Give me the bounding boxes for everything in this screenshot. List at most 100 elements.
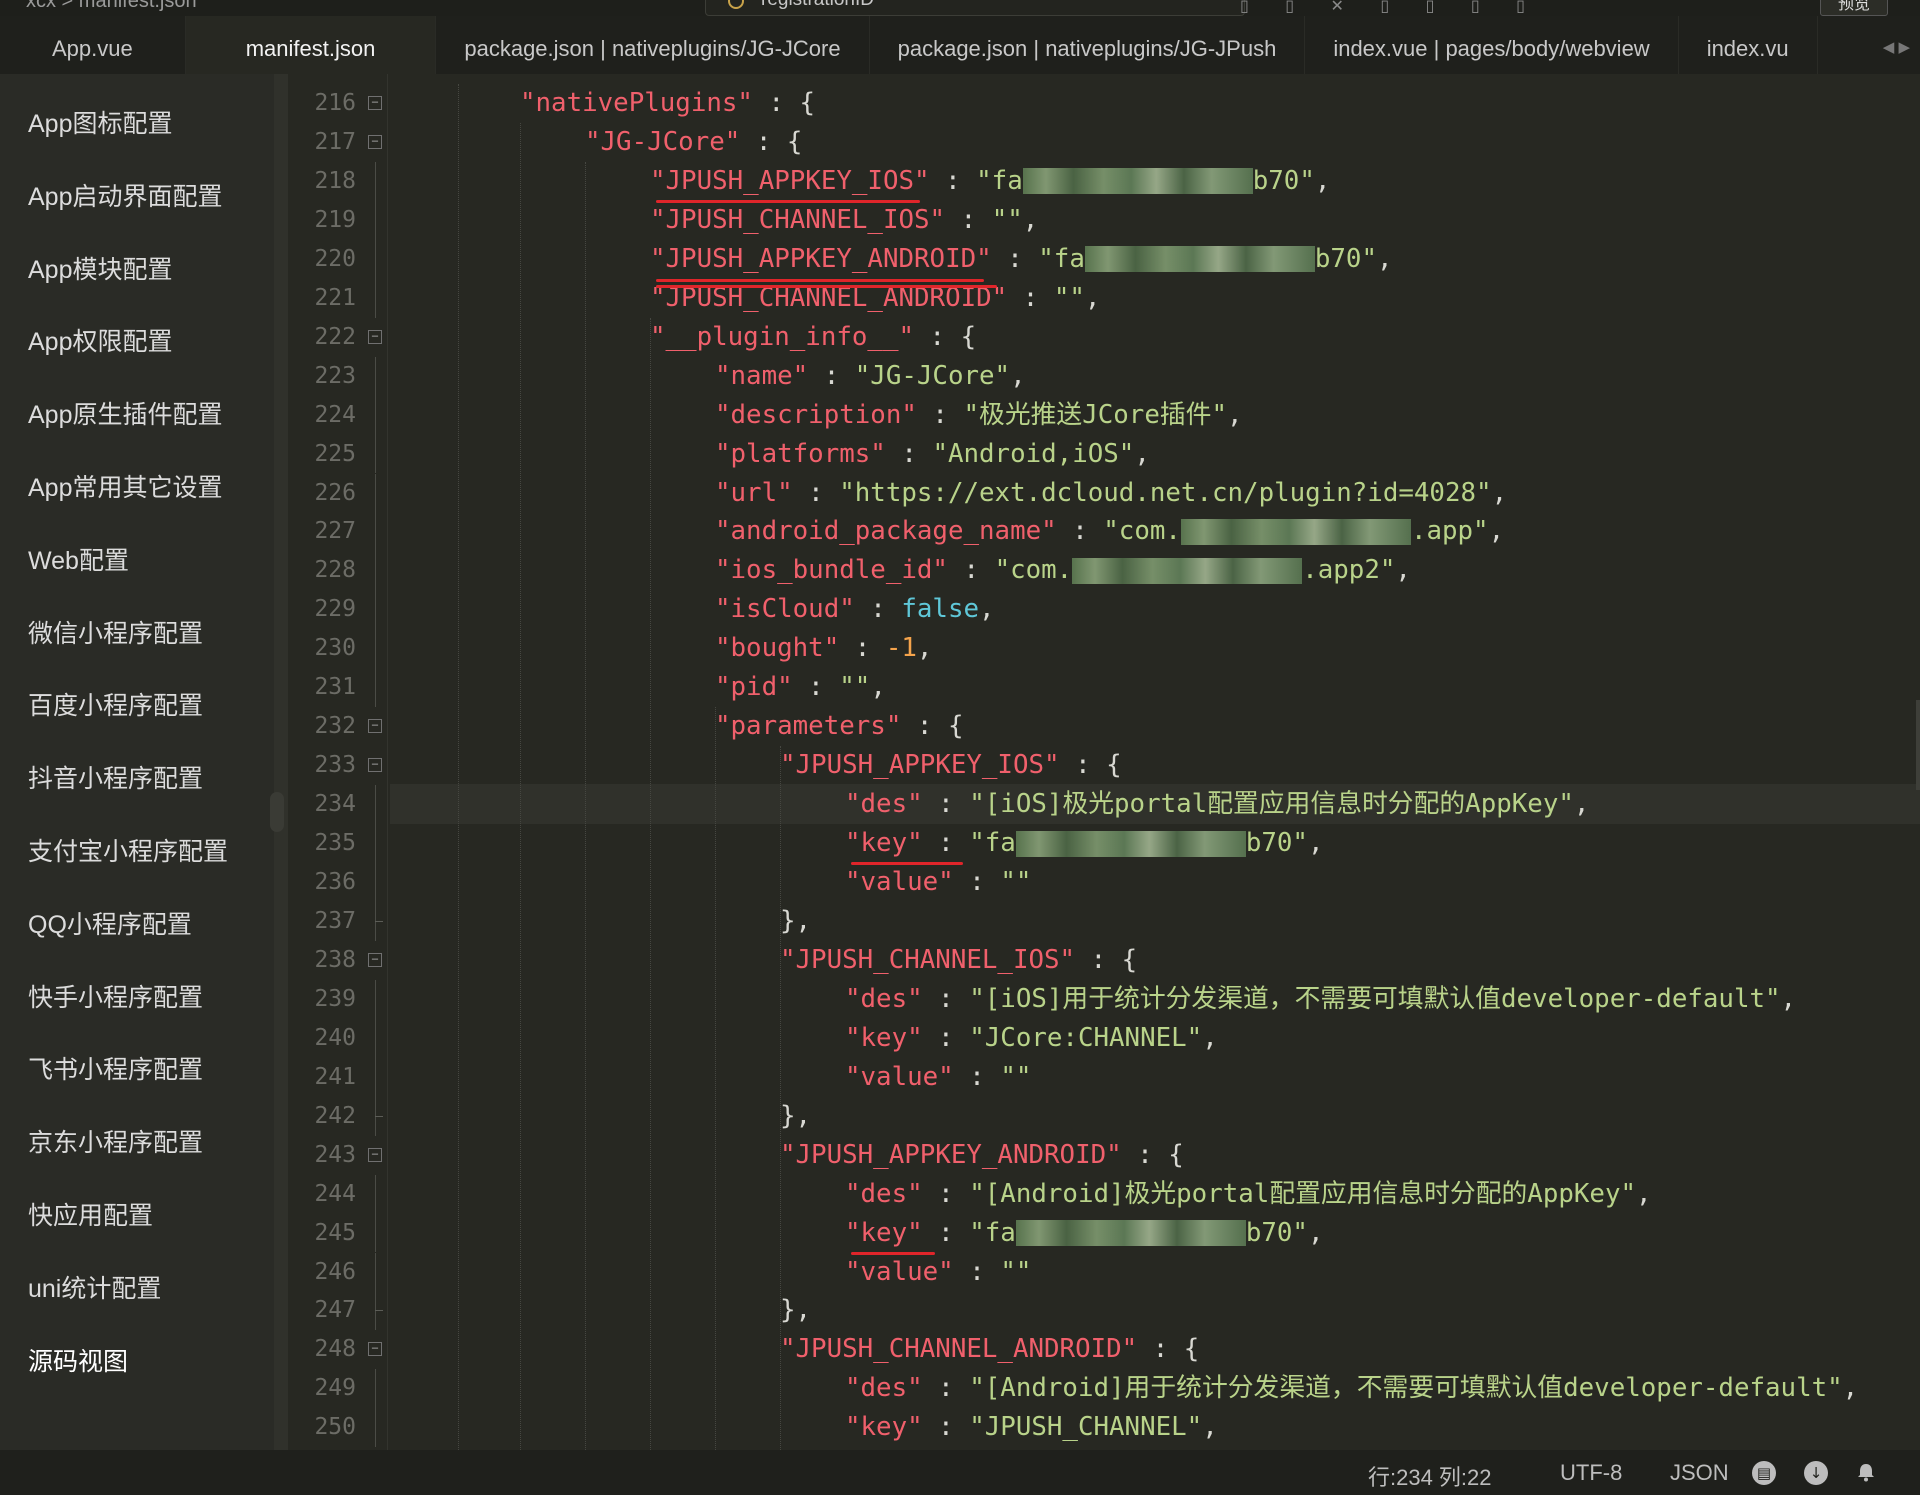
line-number: 218 — [314, 167, 356, 194]
code-token: .app" — [1410, 516, 1489, 547]
fold-toggle-icon[interactable]: − — [368, 952, 382, 967]
code-line[interactable]: }, — [780, 1097, 811, 1136]
sidebar-item-6[interactable]: Web配置 — [28, 541, 129, 577]
fold-toggle-icon[interactable]: − — [368, 719, 382, 734]
sidebar-item-7[interactable]: 微信小程序配置 — [28, 614, 203, 650]
sidebar-item-16[interactable]: uni统计配置 — [28, 1269, 161, 1305]
code-line[interactable]: "JG-JCore" : { — [585, 123, 802, 162]
search-input[interactable]: registrationID — [705, 0, 1245, 16]
sidebar-item-10[interactable]: 支付宝小程序配置 — [28, 832, 228, 868]
fold-toggle-icon[interactable]: − — [368, 758, 382, 773]
code-line[interactable]: "platforms" : "Android,iOS", — [715, 435, 1150, 474]
code-line[interactable]: "pid" : "", — [715, 668, 886, 707]
code-line[interactable]: "JPUSH_APPKEY_IOS" : { — [780, 746, 1122, 785]
code-line[interactable]: }, — [780, 902, 811, 941]
fold-toggle-icon[interactable]: − — [368, 1342, 382, 1357]
sidebar-item-8[interactable]: 百度小程序配置 — [28, 686, 203, 722]
code-line[interactable]: "JPUSH_APPKEY_IOS" : "fa b70", — [650, 162, 1330, 201]
code-line[interactable]: "description" : "极光推送JCore插件", — [715, 396, 1243, 435]
preview-button[interactable]: 预览 — [1820, 0, 1888, 16]
code-line[interactable]: "url" : "https://ext.dcloud.net.cn/plugi… — [715, 474, 1507, 513]
code-token: : — [854, 594, 902, 625]
tab-3[interactable]: package.json | nativeplugins/JG-JPush — [870, 16, 1306, 74]
code-line[interactable]: "bought" : -1, — [715, 629, 932, 668]
fold-range-line — [375, 1018, 376, 1058]
code-line[interactable]: "parameters" : { — [715, 707, 964, 746]
code-token: , — [1491, 477, 1508, 508]
code-line[interactable]: "nativePlugins" : { — [520, 84, 815, 123]
code-line[interactable]: "value" : "" — [845, 1058, 1031, 1097]
chat-icon[interactable]: ▤ — [1752, 1461, 1776, 1485]
sidebar-item-3[interactable]: App权限配置 — [28, 322, 172, 358]
code-line[interactable]: "JPUSH_CHANNEL_IOS" : "", — [650, 201, 1038, 240]
code-token: "android_package_name" — [715, 516, 1057, 547]
sidebar-item-2[interactable]: App模块配置 — [28, 250, 172, 286]
fold-toggle-icon[interactable]: − — [368, 329, 382, 344]
breadcrumb[interactable]: xcx > manifest.json — [26, 0, 197, 13]
code-line[interactable]: "__plugin_info__" : { — [650, 318, 976, 357]
tab-5[interactable]: index.vu — [1679, 16, 1818, 74]
line-number: 249 — [314, 1375, 356, 1402]
editor-scrollbar[interactable] — [1916, 700, 1920, 790]
tab-0[interactable]: App.vue — [0, 16, 186, 74]
code-token: "description" — [715, 399, 917, 430]
sidebar-item-1[interactable]: App启动界面配置 — [28, 177, 222, 213]
code-token: "" — [839, 672, 871, 703]
sidebar-item-15[interactable]: 快应用配置 — [28, 1196, 153, 1232]
tab-4[interactable]: index.vue | pages/body/webview — [1305, 16, 1679, 74]
cursor-position[interactable]: 行:234 列:22 — [1368, 1460, 1492, 1492]
code-line[interactable]: "des" : "[iOS]用于统计分发渠道，不需要可填默认值developer… — [845, 980, 1796, 1019]
sidebar-item-14[interactable]: 京东小程序配置 — [28, 1123, 203, 1159]
sidebar-item-5[interactable]: App常用其它设置 — [28, 468, 222, 504]
code-line[interactable]: "value" : "" — [845, 863, 1031, 902]
code-line[interactable]: "key" : "JCore:CHANNEL", — [845, 1019, 1218, 1058]
sidebar-item-9[interactable]: 抖音小程序配置 — [28, 759, 203, 795]
code-token: "" — [1000, 1061, 1032, 1092]
code-line[interactable]: }, — [780, 1291, 811, 1330]
sidebar-scrollbar[interactable] — [270, 74, 288, 1450]
fold-toggle-icon[interactable]: − — [368, 134, 382, 149]
code-token: "JPUSH_APPKEY_ANDROID" — [780, 1139, 1122, 1170]
toolbar-icons[interactable]: ▯ ▯ ✕ ▯ ▯ ▯ ▯ — [1240, 0, 1541, 16]
download-icon[interactable]: ↓ — [1804, 1461, 1828, 1485]
tab-2[interactable]: package.json | nativeplugins/JG-JCore — [436, 16, 870, 74]
tab-scroll-arrows-icon[interactable]: ◀ ▶ — [1878, 16, 1910, 74]
code-token: "bought" — [715, 633, 840, 664]
code-line[interactable]: "value" : "" — [845, 1253, 1031, 1292]
fold-toggle-icon[interactable]: − — [368, 1147, 382, 1162]
code-line[interactable]: "key" : "JPUSH_CHANNEL", — [845, 1408, 1218, 1447]
code-line[interactable]: "name" : "JG-JCore", — [715, 357, 1026, 396]
fold-toggle-icon[interactable]: − — [368, 96, 382, 110]
code-line[interactable]: "des" : "[Android]用于统计分发渠道，不需要可填默认值devel… — [845, 1369, 1858, 1408]
sidebar-item-0[interactable]: App图标配置 — [28, 104, 172, 140]
code-token: , — [1307, 1217, 1324, 1248]
sidebar-item-4[interactable]: App原生插件配置 — [28, 395, 222, 431]
code-token: : — [945, 204, 992, 235]
tab-1[interactable]: manifest.json — [185, 16, 437, 74]
code-line[interactable]: "JPUSH_CHANNEL_IOS" : { — [780, 941, 1137, 980]
code-line[interactable]: "JPUSH_APPKEY_ANDROID" : "fa b70", — [650, 240, 1393, 279]
code-line[interactable]: "des" : "[iOS]极光portal配置应用信息时分配的AppKey", — [845, 785, 1589, 824]
code-line[interactable]: "key" : "fa b70", — [845, 1214, 1324, 1253]
code-editor[interactable]: "nativePlugins" : {"JG-JCore" : {"JPUSH_… — [390, 74, 1920, 1450]
status-bar: 行:234 列:22 UTF-8 JSON ▤ ↓ — [0, 1450, 1920, 1495]
code-line[interactable]: "ios_bundle_id" : "com. .app2", — [715, 551, 1411, 590]
code-line[interactable]: "key" : "fa b70", — [845, 824, 1324, 863]
code-line[interactable]: "JPUSH_CHANNEL_ANDROID" : { — [780, 1330, 1199, 1369]
code-line[interactable]: "JPUSH_APPKEY_ANDROID" : { — [780, 1136, 1184, 1175]
code-token: , — [1084, 282, 1101, 313]
code-line[interactable]: "isCloud" : false, — [715, 590, 995, 629]
sidebar-item-17[interactable]: 源码视图 — [28, 1342, 128, 1378]
language-indicator[interactable]: JSON — [1670, 1460, 1729, 1486]
sidebar-item-12[interactable]: 快手小程序配置 — [28, 978, 203, 1014]
sidebar-resize-handle[interactable] — [270, 792, 284, 832]
sidebar-item-11[interactable]: QQ小程序配置 — [28, 905, 192, 941]
code-token: "com. — [994, 555, 1073, 586]
sidebar-item-13[interactable]: 飞书小程序配置 — [28, 1050, 203, 1086]
line-number: 220 — [314, 245, 356, 272]
code-line[interactable]: "android_package_name" : "com. .app", — [715, 512, 1504, 551]
code-token: "JPUSH_CHANNEL_IOS" — [650, 204, 946, 235]
code-line[interactable]: "des" : "[Android]极光portal配置应用信息时分配的AppK… — [845, 1175, 1652, 1214]
encoding-indicator[interactable]: UTF-8 — [1560, 1460, 1622, 1486]
bell-icon[interactable] — [1856, 1462, 1876, 1482]
